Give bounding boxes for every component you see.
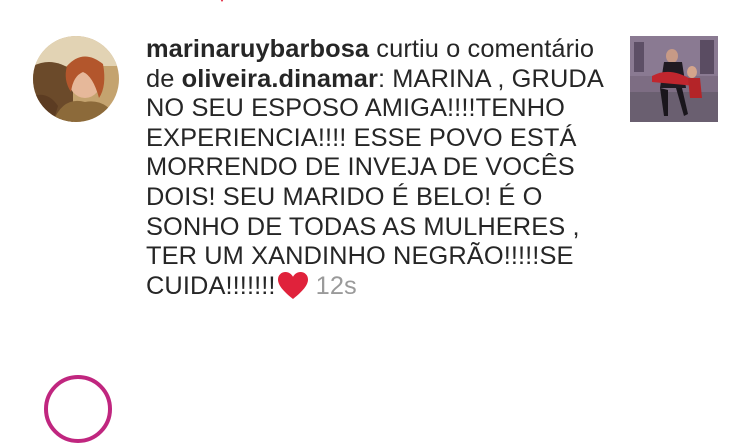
liker-username[interactable]: marinaruybarbosa	[146, 35, 369, 63]
red-heart-icon	[277, 271, 308, 299]
post-thumbnail-image	[630, 36, 718, 122]
previous-heart-icon	[220, 0, 224, 2]
timestamp: 12s	[315, 271, 357, 300]
notification-text: marinaruybarbosa curtiu o comentário de …	[146, 35, 616, 301]
next-story-avatar-ring[interactable]	[44, 375, 112, 443]
comment-text: : MARINA , GRUDA NO SEU ESPOSO AMIGA!!!!…	[146, 64, 603, 300]
user-avatar[interactable]	[33, 36, 119, 122]
avatar-image	[33, 36, 119, 122]
commenter-username[interactable]: oliveira.dinamar	[182, 65, 378, 93]
post-thumbnail[interactable]	[630, 36, 718, 122]
